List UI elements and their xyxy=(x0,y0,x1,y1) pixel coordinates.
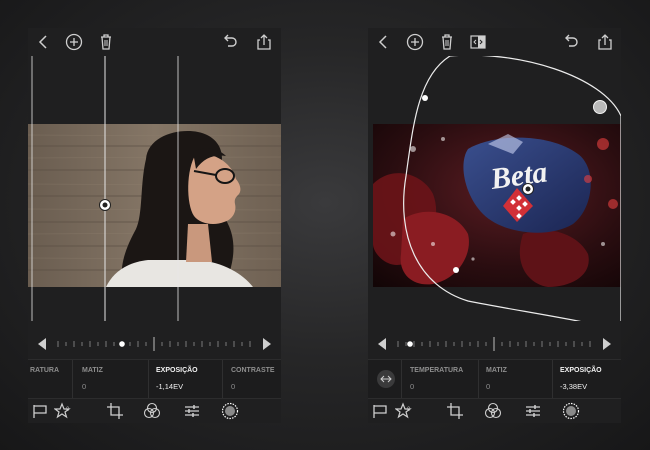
param-exposure[interactable]: EXPOSIÇÃO -1,14EV xyxy=(156,360,222,398)
param-label: MATIZ xyxy=(82,367,103,374)
share-icon[interactable] xyxy=(254,32,274,52)
back-icon[interactable] xyxy=(374,32,394,52)
radial-gradient-mask[interactable] xyxy=(368,56,621,321)
selection-icon[interactable] xyxy=(561,401,581,421)
param-value: 0 xyxy=(486,382,491,391)
param-tint[interactable]: MATIZ 0 xyxy=(486,360,552,398)
top-bar xyxy=(368,28,621,56)
crop-icon[interactable] xyxy=(445,401,465,421)
sliders-icon[interactable] xyxy=(523,401,543,421)
param-contrast[interactable]: CONTRASTE 0 xyxy=(231,360,281,398)
slider-thumb xyxy=(407,341,413,347)
add-icon[interactable] xyxy=(64,32,84,52)
adjustment-strip: TEMPERATURA 0 MATIZ 0 EXPOSIÇÃO -3,38EV xyxy=(368,359,621,399)
left-editor-screen: RATURA MATIZ 0 EXPOSIÇÃO -1,14EV CONTRAS… xyxy=(28,28,281,423)
mask-invert-icon[interactable] xyxy=(376,369,396,389)
right-editor-screen: Beta TEMPERATURA 0 MATIZ 0 EXPOSIÇÃO -3,… xyxy=(368,28,621,423)
param-value: -3,38EV xyxy=(560,382,588,391)
star-count: 0 xyxy=(66,407,70,413)
star-count: 0 xyxy=(407,407,411,413)
sliders-icon[interactable] xyxy=(182,401,202,421)
param-value: 0 xyxy=(231,382,236,391)
mask-edge-handle-top[interactable] xyxy=(420,93,430,103)
back-icon[interactable] xyxy=(34,32,54,52)
compare-icon[interactable] xyxy=(468,32,488,52)
trash-icon[interactable] xyxy=(96,32,116,52)
param-label: CONTRASTE xyxy=(231,367,275,374)
param-label: MATIZ xyxy=(486,367,507,374)
param-tint[interactable]: MATIZ 0 xyxy=(82,360,148,398)
value-slider[interactable] xyxy=(376,331,613,357)
param-exposure[interactable]: EXPOSIÇÃO -3,38EV xyxy=(560,360,620,398)
value-slider[interactable] xyxy=(36,331,273,357)
linear-gradient-mask[interactable] xyxy=(28,56,281,321)
param-value: -1,14EV xyxy=(156,382,184,391)
mask-edge-handle-bottom[interactable] xyxy=(451,265,461,275)
color-icon[interactable] xyxy=(483,401,503,421)
undo-icon[interactable] xyxy=(220,32,240,52)
top-bar xyxy=(28,28,281,56)
param-value: 0 xyxy=(410,382,415,391)
param-label: EXPOSIÇÃO xyxy=(156,367,198,374)
star-icon[interactable]: 0 xyxy=(395,401,415,421)
flag-icon[interactable] xyxy=(30,401,50,421)
color-icon[interactable] xyxy=(142,401,162,421)
crop-icon[interactable] xyxy=(105,401,125,421)
bottom-toolbar: 0 xyxy=(368,398,621,423)
param-label: EXPOSIÇÃO xyxy=(560,367,602,374)
slider-thumb xyxy=(119,341,125,347)
param-temperature[interactable]: RATURA xyxy=(30,360,74,398)
star-icon[interactable]: 0 xyxy=(54,401,74,421)
flag-icon[interactable] xyxy=(370,401,390,421)
param-label: RATURA xyxy=(30,367,60,374)
trash-icon[interactable] xyxy=(437,32,457,52)
share-icon[interactable] xyxy=(595,32,615,52)
mask-feather-handle[interactable] xyxy=(592,99,608,115)
add-icon[interactable] xyxy=(405,32,425,52)
undo-icon[interactable] xyxy=(561,32,581,52)
param-label: TEMPERATURA xyxy=(410,367,464,374)
param-value: 0 xyxy=(82,382,87,391)
param-temperature[interactable]: TEMPERATURA 0 xyxy=(410,360,478,398)
selection-icon[interactable] xyxy=(220,401,240,421)
mask-center-handle[interactable] xyxy=(521,182,535,196)
mask-center-handle[interactable] xyxy=(98,198,112,212)
bottom-toolbar: 0 xyxy=(28,398,281,423)
adjustment-strip: RATURA MATIZ 0 EXPOSIÇÃO -1,14EV CONTRAS… xyxy=(28,359,281,399)
